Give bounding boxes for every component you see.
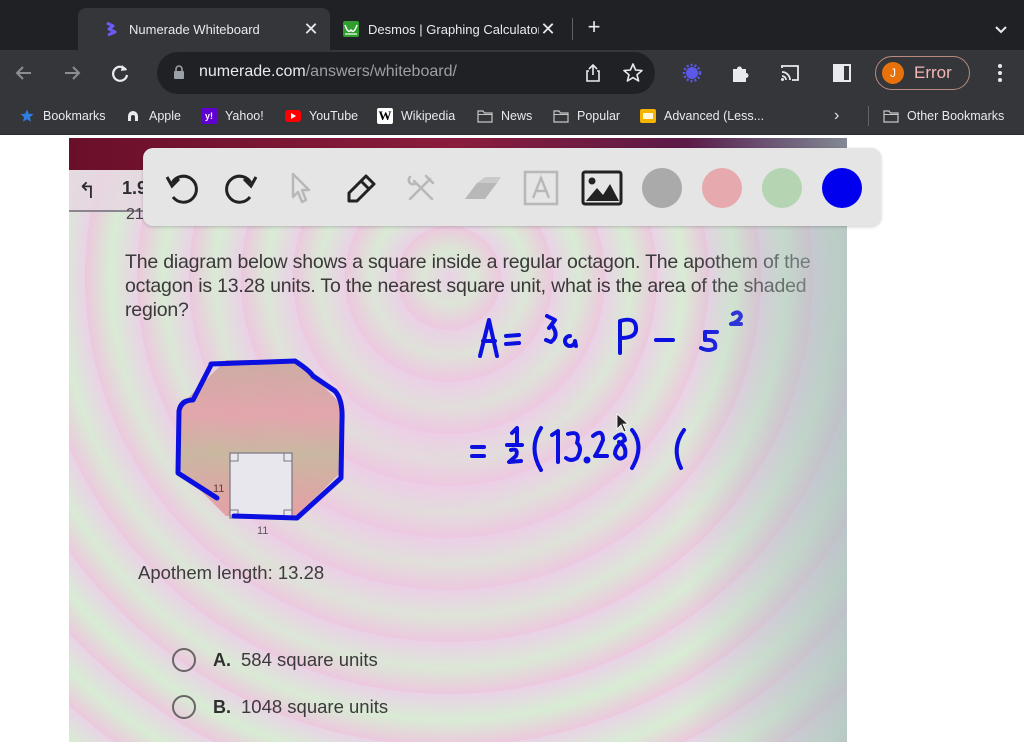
folder-icon [553,108,569,124]
bookmark-wikipedia[interactable]: W Wikipedia [377,107,455,125]
square-side-left-label: 11 [213,483,224,495]
bookmark-apple[interactable]: Apple [125,107,181,125]
youtube-icon [285,108,301,124]
bookmark-label: Yahoo! [225,109,264,123]
bookmark-label: Wikipedia [401,109,456,123]
cast-icon[interactable] [779,62,801,84]
radio-icon [172,695,196,719]
back-arrow-icon [15,66,31,80]
undo-button[interactable] [161,167,203,209]
color-swatch-pink[interactable] [702,168,742,208]
bookmark-label: YouTube [309,109,359,123]
answer-option-a: A. 584 square units [172,648,378,672]
extension-gear-icon[interactable] [681,62,703,84]
numerade-logo-icon [106,21,117,37]
option-letter: B. [213,696,231,717]
eraser-tool-button[interactable] [460,167,502,209]
bookmark-label: Advanced (Less... [664,109,765,123]
pen-tool-button[interactable] [340,167,382,209]
bookmark-label: Popular [577,109,621,123]
reload-icon [112,65,129,82]
wikipedia-icon: W [377,108,393,124]
bookmark-label: Bookmarks [43,109,106,123]
bookmark-label: Other Bookmarks [907,109,1005,123]
forward-arrow-icon [65,66,81,80]
radio-icon [172,648,196,672]
image-tool-button[interactable] [581,167,623,209]
apothem-length-label: Apothem length: 13.28 [138,562,325,583]
option-text: 1048 square units [241,696,389,717]
ink-formula-line2 [470,426,686,472]
bookmarks-divider [868,106,869,126]
extensions-puzzle-icon[interactable] [729,62,751,84]
close-tab-icon[interactable]: ✕ [302,19,320,39]
redo-icon [225,174,258,204]
profile-button[interactable]: J Error [875,56,970,90]
option-text: 584 square units [241,649,378,670]
bookmark-news[interactable]: News [477,107,532,125]
bookmark-label: Apple [149,109,181,123]
profile-status-label: Error [914,63,952,82]
yahoo-icon: y! [201,108,217,124]
color-swatch-gray[interactable] [642,168,682,208]
undo-icon [165,174,198,204]
option-letter: A. [213,649,231,670]
url-path: /answers/whiteboard/ [305,63,457,80]
color-swatch-green[interactable] [762,168,802,208]
answer-option-b: B. 1048 square units [172,695,388,719]
bookmarks-bar: Bookmarks Apple y! Yahoo! YouTube W Wiki… [0,97,1024,135]
apple-icon [125,108,141,124]
tab-search-chevron-icon[interactable] [990,18,1012,40]
forward-button[interactable] [58,59,86,87]
eraser-icon [465,177,501,199]
avatar: J [882,62,904,84]
url-host: numerade.com [199,63,306,80]
star-icon [19,108,35,124]
redo-button[interactable] [220,167,262,209]
slides-icon [640,108,656,124]
back-button[interactable] [10,59,38,87]
folder-icon [883,108,899,124]
tab-desmos[interactable]: Desmos | Graphing Calculator ✕ [335,8,567,50]
tab-numerade-whiteboard[interactable]: Numerade Whiteboard ✕ [78,8,330,50]
tab-strip: Numerade Whiteboard ✕ Desmos | Graphing … [0,0,1024,50]
bookmark-bookmarks[interactable]: Bookmarks [19,107,106,125]
text-tool-button[interactable] [520,167,562,209]
text-box-icon [523,170,559,206]
lock-icon [174,65,184,79]
bookmark-advanced[interactable]: Advanced (Less... [640,107,764,125]
tab-title: Desmos | Graphing Calculator [368,21,539,37]
tab-title: Numerade Whiteboard [129,21,260,37]
more-menu-icon[interactable] [990,62,1010,84]
bookmarks-overflow-chevron-icon[interactable]: › [834,107,850,125]
share-icon[interactable] [582,62,604,84]
bookmark-youtube[interactable]: YouTube [285,107,358,125]
bookmark-label: News [501,109,533,123]
square-side-bottom-label: 11 [257,525,268,537]
side-panel-icon[interactable] [831,62,853,84]
tools-icon [407,174,435,201]
folder-icon [477,108,493,124]
pencil-icon [347,174,376,203]
photo-shadow [687,138,847,742]
bookmark-popular[interactable]: Popular [553,107,620,125]
tab-divider [572,18,573,40]
whiteboard-toolbar [143,148,881,226]
select-tool-button[interactable] [280,167,322,209]
bookmark-star-icon[interactable] [622,62,644,84]
mouse-cursor-icon [616,413,628,433]
new-tab-button[interactable]: + [583,16,605,38]
cursor-arrow-icon [291,172,311,204]
reload-button[interactable] [106,59,134,87]
bookmark-yahoo[interactable]: y! Yahoo! [201,107,264,125]
url-text[interactable]: numerade.com/answers/whiteboard/ [199,63,457,81]
tools-button[interactable] [400,167,442,209]
desmos-logo-icon [343,21,359,37]
question-photo: ↰ 1.9 21 The diagram below shows a squar… [69,138,847,742]
color-swatch-blue[interactable] [822,168,862,208]
inner-square [229,452,293,519]
close-tab-icon[interactable]: ✕ [539,19,557,39]
image-icon [581,170,623,206]
bookmark-other-bookmarks[interactable]: Other Bookmarks [883,107,1004,125]
